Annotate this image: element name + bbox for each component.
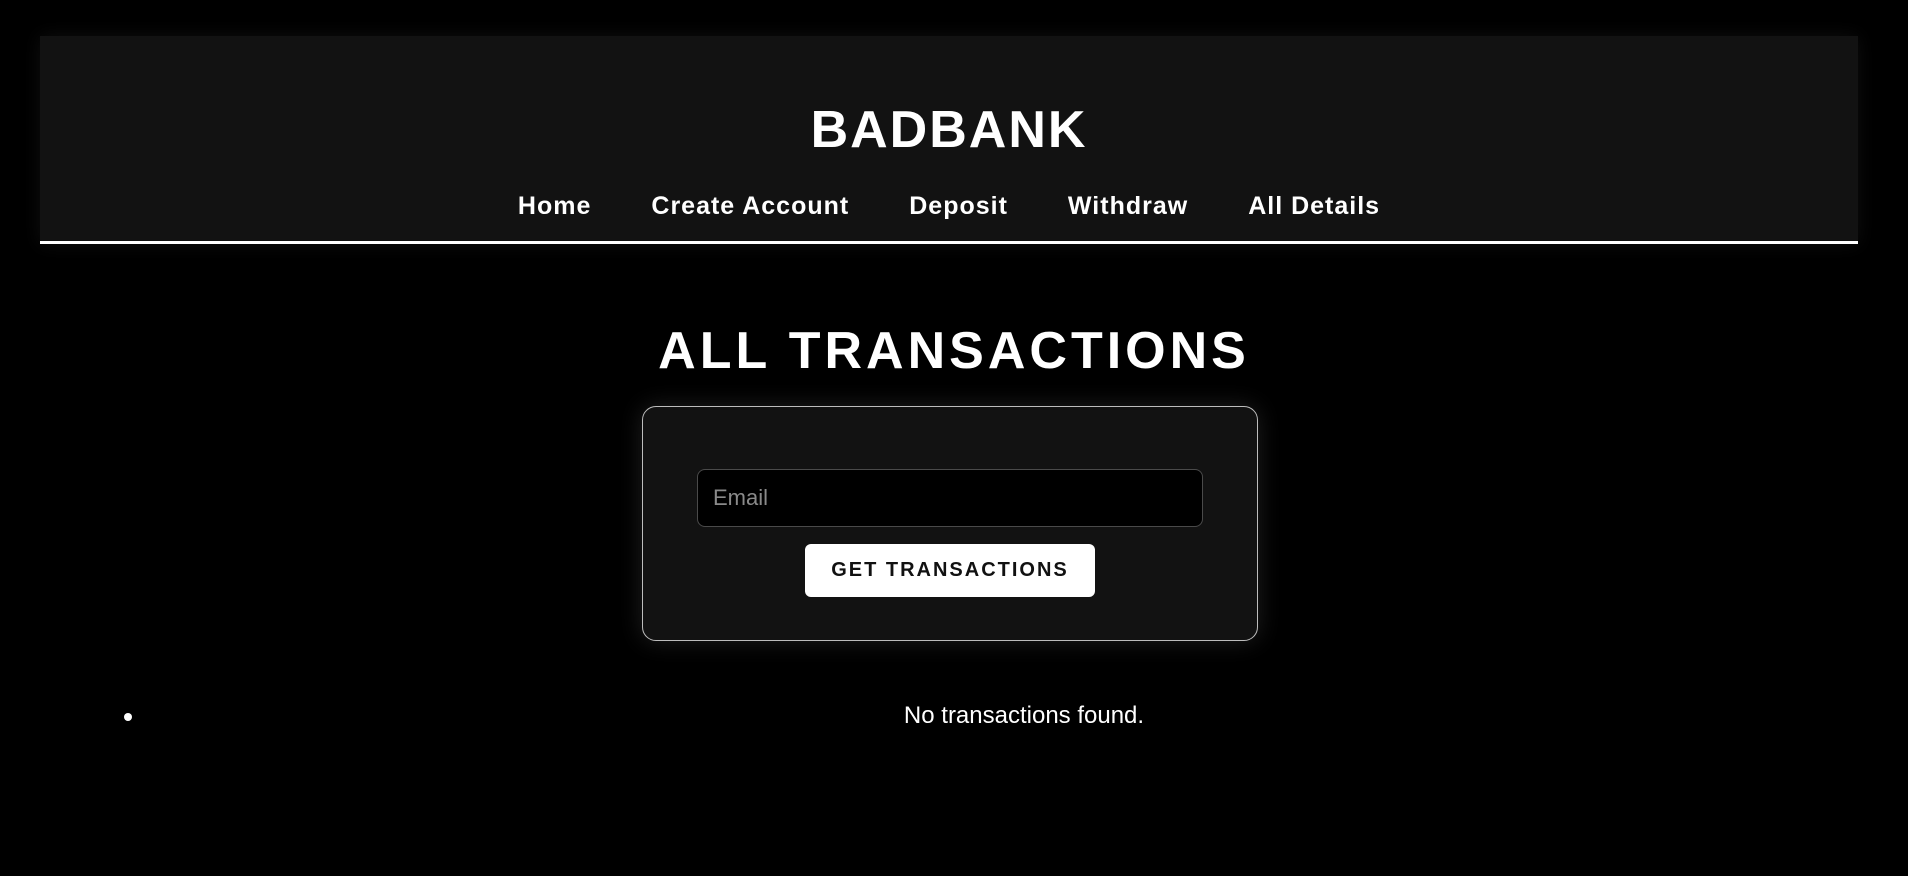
main-nav: Home Create Account Deposit Withdraw All… [40, 194, 1858, 219]
nav-deposit-link[interactable]: Deposit [879, 194, 1038, 219]
empty-transactions-message: No transactions found. [903, 702, 1145, 729]
nav-create-account-link[interactable]: Create Account [621, 194, 879, 219]
transactions-list: No transactions found. [0, 700, 1908, 734]
page: BADBANK Home Create Account Deposit With… [0, 0, 1908, 876]
get-transactions-button[interactable]: GET TRANSACTIONS [805, 544, 1095, 597]
brand-logo-text[interactable]: BADBANK [40, 104, 1858, 156]
email-input[interactable] [697, 469, 1203, 527]
transactions-form-card: GET TRANSACTIONS [642, 406, 1258, 641]
nav-home-link[interactable]: Home [488, 194, 621, 219]
nav-all-details-link[interactable]: All Details [1218, 194, 1410, 219]
list-item: No transactions found. [0, 700, 1908, 734]
nav-withdraw-link[interactable]: Withdraw [1038, 194, 1218, 219]
page-title: ALL TRANSACTIONS [658, 321, 1250, 380]
top-header: BADBANK Home Create Account Deposit With… [40, 36, 1858, 244]
